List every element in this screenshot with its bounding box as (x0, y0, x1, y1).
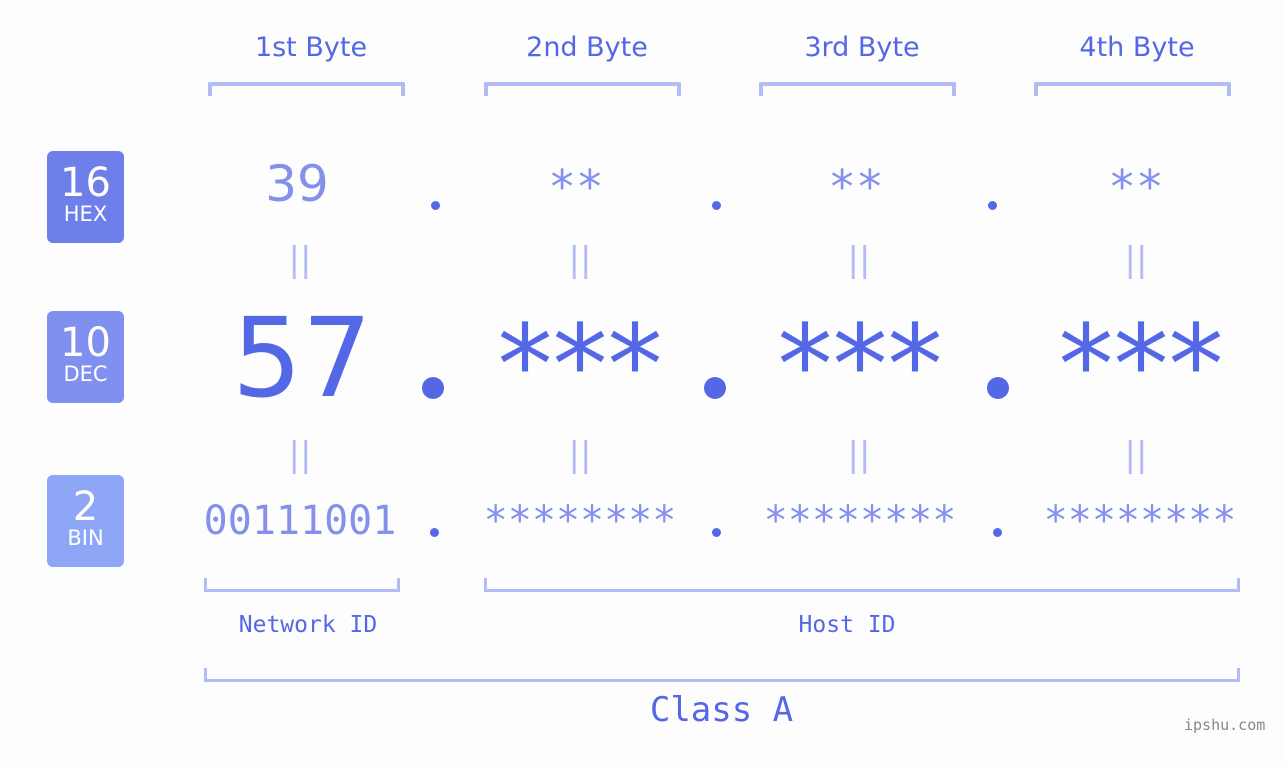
dec-byte-1: 57 (232, 294, 372, 422)
dec-badge-number: 10 (60, 320, 111, 366)
equals-icon: || (288, 240, 312, 280)
watermark: ipshu.com (1184, 716, 1266, 734)
bin-badge-number: 2 (72, 484, 99, 530)
dec-dot-1 (422, 377, 444, 399)
network-id-label: Network ID (238, 612, 378, 638)
equals-icon: || (1124, 435, 1148, 475)
byte-title-3: 3rd Byte (804, 32, 920, 63)
byte-title-4: 4th Byte (1079, 32, 1195, 63)
byte-bracket-2 (484, 82, 681, 96)
hex-dot-1 (431, 201, 440, 210)
dec-byte-4: *** (1058, 301, 1224, 429)
hex-byte-2: ** (548, 160, 604, 214)
dec-byte-2: *** (497, 301, 663, 429)
byte-title-1: 1st Byte (254, 32, 368, 63)
dec-dot-2 (704, 377, 726, 399)
equals-icon: || (288, 435, 312, 475)
dec-byte-3: *** (777, 301, 943, 429)
bin-dot-3 (993, 528, 1002, 537)
hex-byte-3: ** (828, 160, 884, 214)
bin-badge-label: BIN (67, 526, 104, 550)
network-id-bracket (204, 578, 400, 592)
class-bracket (204, 668, 1240, 682)
byte-bracket-1 (208, 82, 405, 96)
class-label: Class A (649, 690, 794, 730)
dec-badge: 10 DEC (47, 311, 124, 403)
bin-byte-1: 00111001 (203, 498, 397, 544)
host-id-label: Host ID (798, 612, 896, 638)
bin-byte-4: ******** (1043, 498, 1237, 544)
dec-dot-3 (987, 377, 1009, 399)
bin-dot-1 (430, 528, 439, 537)
bin-byte-3: ******** (763, 498, 957, 544)
hex-byte-4: ** (1108, 160, 1164, 214)
hex-badge-label: HEX (63, 202, 108, 226)
bin-badge: 2 BIN (47, 475, 124, 567)
hex-dot-3 (988, 201, 997, 210)
host-id-bracket (484, 578, 1240, 592)
equals-icon: || (847, 240, 871, 280)
byte-title-2: 2nd Byte (526, 32, 648, 63)
dec-badge-label: DEC (63, 362, 108, 386)
hex-badge-number: 16 (60, 160, 111, 206)
hex-dot-2 (712, 201, 721, 210)
equals-icon: || (847, 435, 871, 475)
hex-byte-1: 39 (265, 155, 329, 213)
hex-badge: 16 HEX (47, 151, 124, 243)
equals-icon: || (568, 435, 592, 475)
bin-byte-2: ******** (483, 498, 677, 544)
equals-icon: || (568, 240, 592, 280)
equals-icon: || (1124, 240, 1148, 280)
bin-dot-2 (712, 528, 721, 537)
byte-bracket-3 (759, 82, 956, 96)
byte-bracket-4 (1034, 82, 1231, 96)
